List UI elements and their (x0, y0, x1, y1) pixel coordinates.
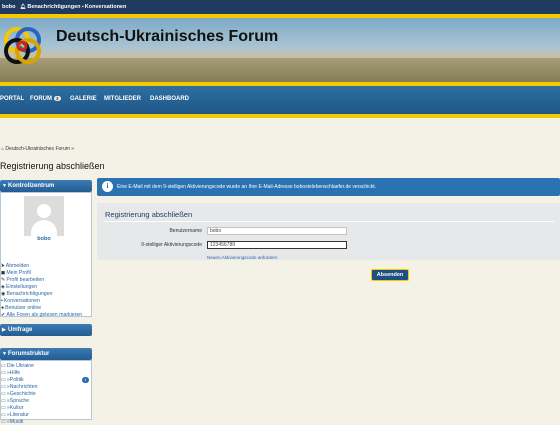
notice-text: Eine E-Mail mit dem 9-stelligen Aktivier… (117, 184, 377, 190)
tree-item-kultur[interactable]: ▭»Kultur (1, 405, 23, 411)
chat-icon: ▪ (82, 4, 84, 10)
folder-icon: ▭ (1, 370, 6, 376)
sidebar-item-edit-profile[interactable]: ✎Profil bearbeiten (1, 277, 44, 283)
conversations-link[interactable]: ▪Konversationen (82, 4, 126, 10)
tree-item-sprache[interactable]: ▭»Sprache (1, 398, 29, 404)
tree-item-literatur[interactable]: ▭»Literatur (1, 412, 29, 418)
tab-forum-label: FORUM (30, 96, 52, 102)
folder-icon: ▭ (1, 377, 6, 383)
breadcrumb-home[interactable]: Deutsch-Ukrainisches Forum (5, 146, 69, 152)
sidebar-item-logout[interactable]: ⮞Abmelden (1, 263, 29, 270)
folder-icon: ▭ (1, 384, 6, 390)
divider (103, 221, 554, 222)
tree-item-hilfe[interactable]: ▭»Hilfe (1, 370, 20, 376)
breadcrumb: ⌂ Deutsch-Ukrainisches Forum » (1, 146, 74, 152)
user-bar: bobo 🔔︎Benachrichtigungen ▪Konversatione… (0, 0, 560, 14)
chevron-right-icon[interactable]: ▶ (2, 327, 6, 333)
site-title[interactable]: Deutsch-Ukrainisches Forum (56, 28, 278, 46)
tab-portal[interactable]: PORTAL (0, 96, 24, 102)
bell-icon: ◉ (1, 291, 6, 297)
forum-count-badge: 3 (54, 96, 61, 101)
conversations-label: Konversationen (84, 4, 127, 10)
sidebar-item-settings[interactable]: ◈Einstellungen (1, 284, 37, 290)
avatar[interactable] (24, 196, 64, 236)
sidebar-item-profile[interactable]: ◼Mein Profil (1, 270, 31, 276)
activation-form: Registrierung abschließen Benutzername b… (97, 203, 560, 260)
home-icon[interactable]: ⌂ (1, 146, 4, 152)
main-nav: PORTAL FORUM 3 GALERIE MITGLIEDER DASHBOA… (0, 86, 560, 114)
folder-icon: ▭ (1, 398, 6, 404)
chevron-down-icon[interactable]: ▼ (2, 351, 7, 357)
breadcrumb-separator: » (71, 146, 75, 152)
settings-icon: ◈ (1, 284, 5, 290)
tree-item-geschichte[interactable]: ▭»Geschichte (1, 391, 36, 397)
sidebar-username[interactable]: bobo (24, 236, 64, 242)
username-label: Benutzername (169, 228, 202, 234)
submit-button[interactable]: Absenden (371, 269, 409, 281)
info-notice: i Eine E-Mail mit dem 9-stelligen Aktivi… (97, 178, 560, 196)
forum-structure-title: Forumstruktur (8, 351, 50, 357)
forum-structure-panel (0, 360, 92, 420)
page-title: Registrierung abschließen (0, 161, 105, 171)
control-center-header[interactable]: ▼ Kontrollzentrum (0, 180, 92, 192)
tree-item-nachrichten[interactable]: ▭»Nachrichten (1, 384, 37, 390)
activation-code-input[interactable]: 123456789 (207, 241, 347, 249)
folder-icon: ▭ (1, 391, 6, 397)
edit-icon: ✎ (1, 277, 6, 283)
users-icon: ● (1, 305, 5, 311)
forum-structure-header[interactable]: ▼ Forumstruktur (0, 348, 92, 360)
tab-forum[interactable]: FORUM 3 (30, 96, 61, 102)
sidebar-item-mark-read[interactable]: ✔Alle Foren als gelesen markieren (1, 312, 82, 318)
request-new-code-link[interactable]: Neuen Aktivierungscode anfordern (207, 255, 277, 260)
logout-icon: ⮞ (1, 263, 5, 269)
poll-title: Umfrage (8, 327, 33, 333)
folder-icon: ▭ (1, 363, 6, 369)
unread-count-badge: 1 (82, 377, 89, 383)
tab-members[interactable]: MITGLIEDER (104, 96, 141, 102)
username-link[interactable]: bobo (2, 4, 15, 10)
tab-gallery[interactable]: GALERIE (70, 96, 97, 102)
notifications-link[interactable]: 🔔︎Benachrichtigungen (20, 4, 81, 10)
form-title: Registrierung abschließen (105, 210, 193, 219)
info-icon: i (102, 181, 113, 192)
tab-dashboard[interactable]: DASHBOARD (150, 96, 189, 102)
chat-icon: ▪ (1, 298, 3, 304)
bell-icon: 🔔︎ (20, 4, 27, 10)
landscape (0, 58, 560, 82)
notifications-label: Benachrichtigungen (27, 4, 81, 10)
tree-item-politik[interactable]: ▭»Politik (1, 377, 24, 383)
sidebar-item-online[interactable]: ●Benutzer online (1, 305, 41, 311)
sidebar-item-notifications[interactable]: ◉Benachrichtigungen (1, 291, 52, 297)
nav-strip (0, 114, 560, 118)
user-menu[interactable]: bobo (2, 4, 15, 10)
folder-icon: ▭ (1, 405, 6, 411)
username-field[interactable]: bobo (207, 227, 347, 235)
user-icon: ◼ (1, 270, 6, 276)
activation-code-label: 9-stelliger Aktivierungscode (141, 242, 202, 248)
chevron-down-icon[interactable]: ▼ (2, 183, 7, 189)
sidebar-item-conversations[interactable]: ▪Konversationen (1, 298, 40, 304)
header-banner: Deutsch-Ukrainisches Forum (0, 18, 560, 82)
folder-icon: ▭ (1, 412, 6, 418)
forum-logo-icon[interactable] (2, 24, 44, 66)
poll-header[interactable]: ▶ Umfrage (0, 324, 92, 336)
control-center-title: Kontrollzentrum (8, 183, 55, 189)
check-icon: ✔ (1, 312, 6, 318)
tree-item-ukraine[interactable]: ▭Die Ukraine (1, 363, 34, 369)
